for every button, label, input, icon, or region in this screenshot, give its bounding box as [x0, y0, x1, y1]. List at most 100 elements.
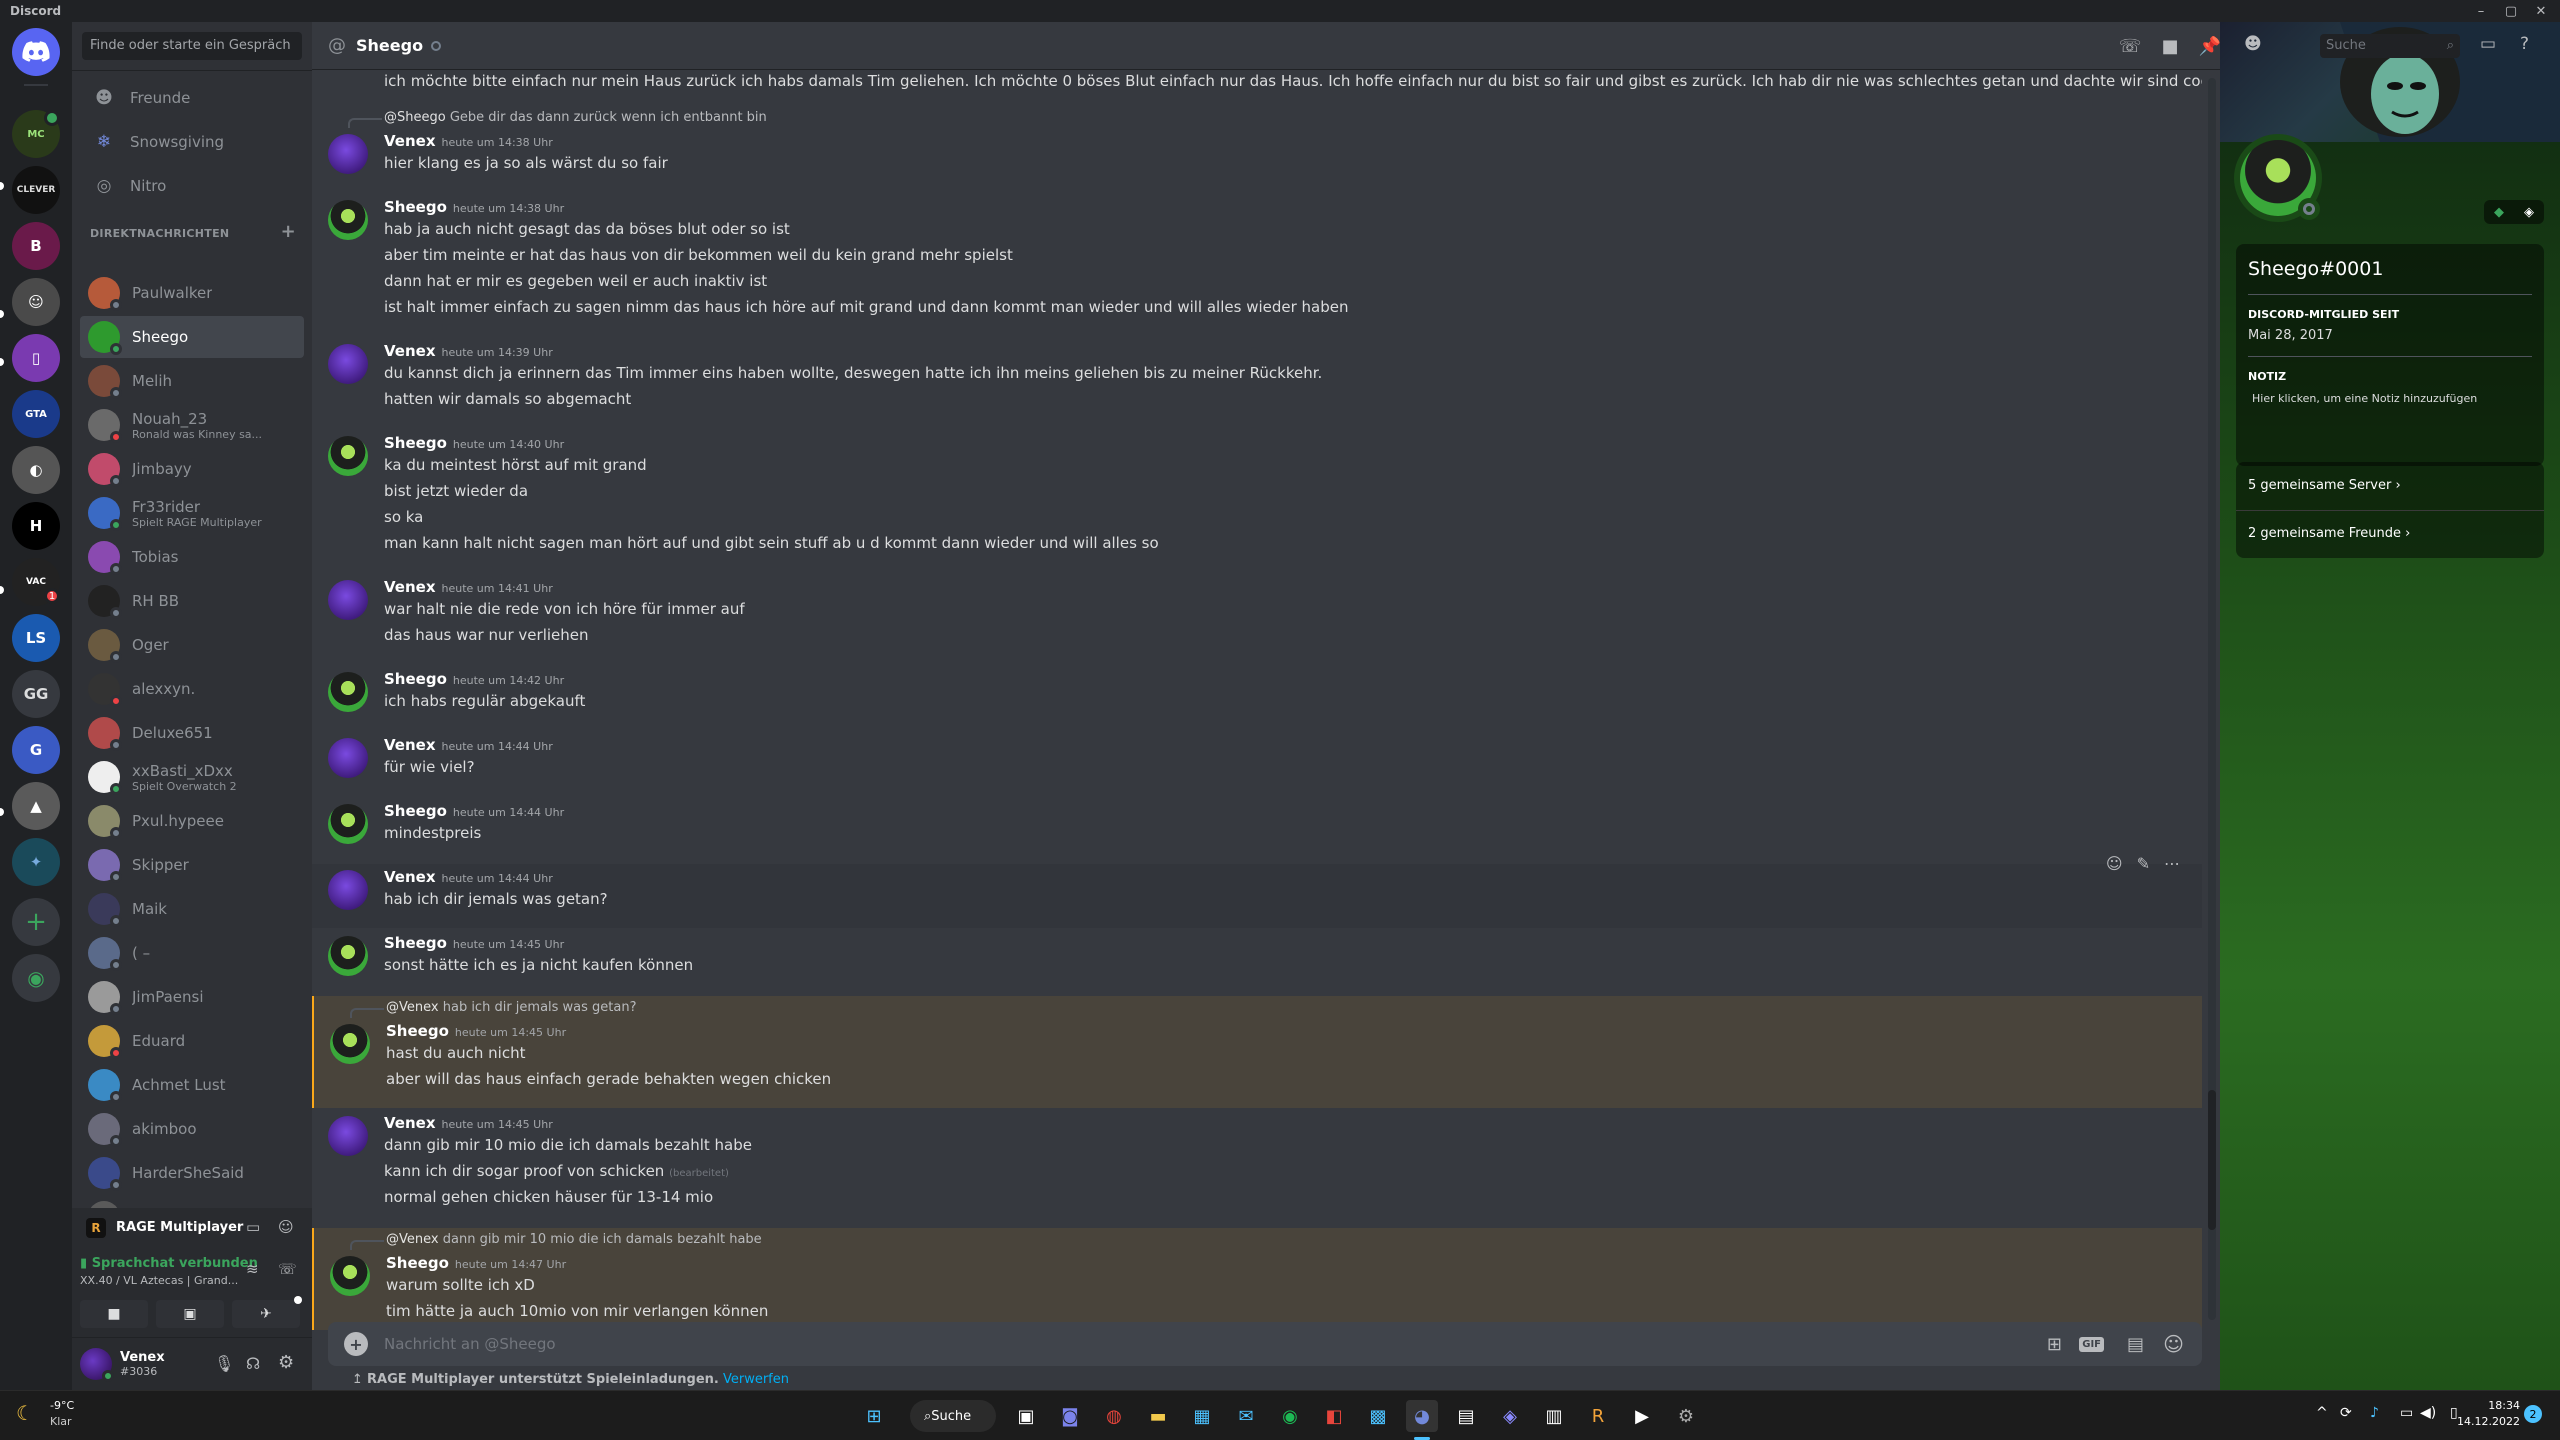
- dm-item[interactable]: Oger: [80, 624, 304, 666]
- maximize-icon[interactable]: ▢: [2496, 0, 2526, 22]
- message-author[interactable]: Sheego: [384, 802, 447, 820]
- app-icon[interactable]: ◈: [1494, 1400, 1526, 1432]
- pinned-messages-icon[interactable]: 📌: [2198, 34, 2222, 58]
- dm-item[interactable]: ( –: [80, 932, 304, 974]
- reply-preview[interactable]: @Venex hab ich dir jemals was getan?: [386, 1000, 637, 1015]
- tray-sync-icon[interactable]: ⟳: [2340, 1405, 2352, 1421]
- voice-status[interactable]: ▮ Sprachchat verbunden: [80, 1256, 258, 1271]
- discord-taskbar-icon[interactable]: ◕: [1406, 1400, 1438, 1432]
- dm-item[interactable]: JimPaensi: [80, 976, 304, 1018]
- screen-share-button[interactable]: ▣: [156, 1300, 224, 1328]
- add-friend-icon[interactable]: ☺: [278, 1218, 294, 1236]
- add-reaction-icon[interactable]: ☺: [2106, 854, 2123, 873]
- dm-item[interactable]: alexxyn.: [80, 668, 304, 710]
- avatar[interactable]: [328, 1116, 368, 1156]
- message-author[interactable]: Sheego: [384, 934, 447, 952]
- explore-compass-icon[interactable]: ◉: [12, 954, 60, 1002]
- file-explorer-icon[interactable]: ▬: [1142, 1400, 1174, 1432]
- message[interactable]: Sheego heute um 14:40 Uhr ka du meintest h…: [312, 430, 2202, 572]
- scrollbar-thumb[interactable]: [2208, 1090, 2216, 1230]
- message[interactable]: Sheego heute um 14:42 Uhr ich habs regulär…: [312, 666, 2202, 730]
- mail-icon[interactable]: ✉: [1230, 1400, 1262, 1432]
- message[interactable]: @Sheego Gebe dir das dann zurück wenn ic…: [312, 106, 2202, 192]
- weather-temp[interactable]: -9°C: [50, 1399, 74, 1412]
- message[interactable]: Sheego heute um 14:38 Uhr hab ja auch nich…: [312, 194, 2202, 336]
- mutual-friends-link[interactable]: 2 gemeinsame Freunde ›: [2248, 526, 2410, 541]
- message[interactable]: Sheego heute um 14:44 Uhr mindestpreis: [312, 798, 2202, 862]
- avatar[interactable]: [328, 344, 368, 384]
- dm-item[interactable]: akimboo: [80, 1108, 304, 1150]
- dismiss-link[interactable]: Verwerfen: [723, 1372, 789, 1387]
- add-server-icon[interactable]: +: [12, 898, 60, 946]
- server-icon[interactable]: LS: [12, 614, 60, 662]
- avatar[interactable]: [328, 436, 368, 476]
- windows-start-icon[interactable]: ⊞: [858, 1400, 890, 1432]
- disconnect-icon[interactable]: ☏: [278, 1260, 297, 1278]
- message-author[interactable]: Sheego: [384, 198, 447, 216]
- dm-item[interactable]: Achmet Lust: [80, 1064, 304, 1106]
- message[interactable]: Sheego heute um 14:45 Uhr sonst hätte ich …: [312, 930, 2202, 994]
- message-continuation[interactable]: ich möchte bitte einfach nur mein Haus z…: [312, 70, 2202, 94]
- inbox-icon[interactable]: ▭: [2480, 34, 2504, 58]
- voice-call-icon[interactable]: ☏: [2118, 34, 2142, 58]
- help-icon[interactable]: ?: [2520, 34, 2544, 58]
- user-info[interactable]: Venex #3036: [120, 1350, 165, 1378]
- message[interactable]: Venex heute um 14:45 Uhr dann gib mir 10 m…: [312, 1110, 2202, 1226]
- avatar[interactable]: [80, 1348, 114, 1382]
- server-icon[interactable]: GG: [12, 670, 60, 718]
- note-input[interactable]: Hier klicken, um eine Notiz hinzuzufügen: [2252, 392, 2477, 405]
- avatar[interactable]: [328, 200, 368, 240]
- message-author[interactable]: Sheego: [384, 670, 447, 688]
- taskbar-search[interactable]: ⌕ Suche: [910, 1400, 996, 1432]
- message-author[interactable]: Sheego: [384, 434, 447, 452]
- server-icon[interactable]: H: [12, 502, 60, 550]
- hypesquad-badge-icon[interactable]: ◈: [2524, 205, 2534, 220]
- edit-pencil-icon[interactable]: ✎: [2137, 854, 2150, 873]
- chat-search-input[interactable]: Suche ⌕: [2320, 34, 2460, 58]
- emoji-icon[interactable]: ☺: [2163, 1332, 2184, 1356]
- app-icon[interactable]: ▤: [1450, 1400, 1482, 1432]
- dm-item[interactable]: Melih: [80, 360, 304, 402]
- mutual-servers-link[interactable]: 5 gemeinsame Server ›: [2248, 478, 2401, 493]
- dm-item[interactable]: Paulwalker: [80, 272, 304, 314]
- server-icon[interactable]: G: [12, 726, 60, 774]
- message-author[interactable]: Venex: [384, 132, 436, 150]
- noise-suppression-icon[interactable]: ≋: [246, 1260, 259, 1278]
- task-view-icon[interactable]: ▣: [1010, 1400, 1042, 1432]
- dm-item[interactable]: Deluxe651: [80, 712, 304, 754]
- media-player-icon[interactable]: ▶: [1626, 1400, 1658, 1432]
- message-author[interactable]: Sheego: [386, 1254, 449, 1272]
- server-icon[interactable]: ◐: [12, 446, 60, 494]
- dm-item[interactable]: xxBasti_xDxx Spielt Overwatch 2: [80, 756, 304, 798]
- dm-item[interactable]: KRONEX: [80, 1196, 304, 1208]
- upload-plus-icon[interactable]: +: [344, 1332, 368, 1356]
- network-icon[interactable]: ▭: [2400, 1405, 2413, 1421]
- message-author[interactable]: Venex: [384, 868, 436, 886]
- video-call-icon[interactable]: ■: [2158, 34, 2182, 58]
- close-icon[interactable]: ✕: [2526, 0, 2556, 22]
- avatar[interactable]: [328, 580, 368, 620]
- message-author[interactable]: Venex: [384, 578, 436, 596]
- clock-date[interactable]: 14.12.2022: [2446, 1415, 2520, 1428]
- video-button[interactable]: ■: [80, 1300, 148, 1328]
- message-author[interactable]: Venex: [384, 736, 436, 754]
- user-profile-icon[interactable]: ☻: [2244, 34, 2268, 58]
- home-discord-icon[interactable]: [12, 28, 60, 76]
- app-icon[interactable]: ▥: [1538, 1400, 1570, 1432]
- dm-item[interactable]: Pxul.hypeee: [80, 800, 304, 842]
- message[interactable]: Venex heute um 14:44 Uhr hab ich dir jemal…: [312, 854, 2202, 928]
- rage-icon[interactable]: R: [1582, 1400, 1614, 1432]
- tray-mic-icon[interactable]: ♪: [2370, 1405, 2379, 1421]
- profile-username[interactable]: Sheego#0001: [2248, 258, 2383, 280]
- dm-item[interactable]: Jimbayy: [80, 448, 304, 490]
- avatar[interactable]: [328, 738, 368, 778]
- dm-item[interactable]: RH BB: [80, 580, 304, 622]
- message[interactable]: Venex heute um 14:39 Uhr du kannst dich ja…: [312, 338, 2202, 428]
- spotify-icon[interactable]: ◉: [1274, 1400, 1306, 1432]
- sticker-icon[interactable]: ▤: [2127, 1334, 2144, 1355]
- notification-badge[interactable]: 2: [2524, 1405, 2542, 1423]
- avatar[interactable]: [330, 1024, 370, 1064]
- dm-item[interactable]: Nouah_23 Ronald was Kinney sa...: [80, 404, 304, 446]
- server-icon[interactable]: B: [12, 222, 60, 270]
- dm-item[interactable]: Tobias: [80, 536, 304, 578]
